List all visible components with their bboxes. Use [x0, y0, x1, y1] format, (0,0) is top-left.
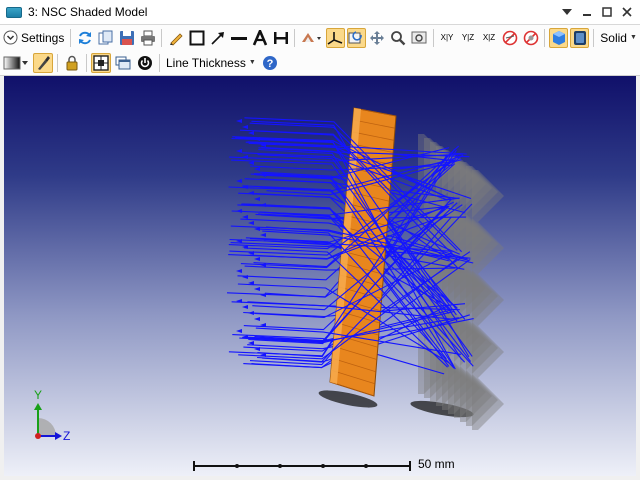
- xy-view-label: X|Y: [440, 33, 454, 42]
- pencil-icon[interactable]: [166, 28, 185, 48]
- detector-facets: [418, 134, 504, 430]
- power-icon[interactable]: [135, 53, 155, 73]
- refresh-icon[interactable]: [75, 28, 94, 48]
- ray-arrowhead: [236, 149, 242, 153]
- detector-facet: [472, 170, 504, 430]
- ray-arrowhead: [254, 317, 260, 321]
- ray-arrowhead: [242, 155, 248, 159]
- xz-view-label: X|Z: [482, 33, 496, 42]
- ray-arrowhead: [236, 209, 242, 213]
- ray-arrowhead: [242, 215, 248, 219]
- close-icon[interactable]: [618, 3, 636, 21]
- help-icon[interactable]: ?: [260, 53, 280, 73]
- separator: [432, 28, 434, 47]
- ray-arrowhead: [248, 221, 254, 225]
- ray-arrowhead: [242, 125, 248, 129]
- rectangle-icon[interactable]: [187, 28, 206, 48]
- toolbar-main: Settings X|Y Y|Z X|Z Solid ▼: [0, 25, 640, 51]
- scale-bar-label: 50 mm: [418, 457, 455, 471]
- yz-view-label: Y|Z: [461, 33, 475, 42]
- xy-view-icon[interactable]: X|Y: [438, 28, 457, 48]
- separator: [294, 28, 296, 47]
- maximize-icon[interactable]: [598, 3, 616, 21]
- window-controls: [556, 0, 636, 24]
- scale-bar: 50 mm: [190, 456, 490, 476]
- xz-view-icon[interactable]: X|Z: [480, 28, 499, 48]
- ray-arrowhead: [254, 257, 260, 261]
- zoom-icon[interactable]: [389, 28, 408, 48]
- axis-triad: Y Z: [24, 388, 84, 454]
- title-bar: 3: NSC Shaded Model: [0, 0, 640, 25]
- ray-arrowhead: [248, 131, 254, 135]
- axes-icon[interactable]: [325, 27, 345, 48]
- window-app-icon: [6, 6, 22, 18]
- settings-label: Settings: [21, 30, 65, 45]
- separator: [57, 53, 58, 72]
- frame-icon[interactable]: [91, 52, 111, 73]
- no-objects-icon[interactable]: [521, 28, 540, 48]
- copy-icon[interactable]: [96, 28, 115, 48]
- no-rays-icon[interactable]: [500, 28, 519, 48]
- axis-triad-graphic: [34, 403, 62, 440]
- yz-view-icon[interactable]: Y|Z: [459, 28, 478, 48]
- separator: [161, 28, 163, 47]
- ray-arrowhead: [248, 161, 254, 165]
- shading-mode-value: Solid: [600, 30, 627, 45]
- ray-arrowhead: [254, 167, 260, 171]
- solid-shade-icon[interactable]: [549, 27, 569, 48]
- separator: [544, 28, 546, 47]
- background-gradient-icon[interactable]: [1, 53, 31, 73]
- print-icon[interactable]: [138, 28, 157, 48]
- ray-arrowhead: [242, 305, 248, 309]
- reset-view-icon[interactable]: [346, 27, 366, 48]
- dimension-icon[interactable]: [271, 28, 290, 48]
- dropdown-icon[interactable]: [558, 3, 576, 21]
- ray-arrowhead: [254, 197, 260, 201]
- separator: [159, 53, 160, 72]
- separator: [593, 28, 595, 47]
- minimize-icon[interactable]: [578, 3, 596, 21]
- svg-text:?: ?: [266, 58, 273, 70]
- 3d-viewport[interactable]: Y Z 50 mm: [4, 76, 636, 476]
- separator: [70, 28, 72, 47]
- ray-arrowhead: [248, 191, 254, 195]
- ray-arrowhead: [248, 311, 254, 315]
- chevron-down-icon: ▼: [629, 34, 637, 41]
- window-icon[interactable]: [113, 53, 133, 73]
- ray-arrowhead: [236, 179, 242, 183]
- ray-arrowhead: [236, 269, 242, 273]
- lock-icon[interactable]: [62, 53, 82, 73]
- box-shade-icon[interactable]: [570, 27, 590, 48]
- ray-arrowhead: [260, 233, 266, 237]
- settings-chevron-icon: [3, 30, 18, 45]
- line-icon[interactable]: [229, 28, 248, 48]
- text-icon[interactable]: [250, 28, 269, 48]
- line-thickness-label: Line Thickness: [166, 55, 246, 70]
- separator: [86, 53, 87, 72]
- settings-button[interactable]: Settings: [0, 28, 67, 48]
- shading-mode-select[interactable]: Solid ▼: [597, 28, 640, 48]
- nsc-shaded-model-window: 3: NSC Shaded Model Settings X|Y Y|Z X|Z…: [0, 0, 640, 480]
- line-thickness-dropdown[interactable]: Line Thickness ▼: [163, 53, 259, 73]
- toolbar-secondary: Line Thickness ▼ ?: [0, 50, 640, 76]
- ray-arrowhead: [260, 293, 266, 297]
- ray-arrowhead: [254, 287, 260, 291]
- chevron-down-icon: ▼: [248, 59, 256, 66]
- z-axis-label: Z: [63, 429, 71, 443]
- fit-icon[interactable]: [410, 28, 429, 48]
- pan-icon[interactable]: [368, 28, 387, 48]
- ray-arrowhead: [236, 329, 242, 333]
- save-icon[interactable]: [117, 28, 136, 48]
- shaded-model-scene: [226, 107, 504, 430]
- highlight-icon[interactable]: [33, 52, 53, 73]
- rotate-3d-icon[interactable]: [299, 28, 324, 48]
- arrow-icon[interactable]: [208, 28, 227, 48]
- window-title: 3: NSC Shaded Model: [28, 5, 148, 19]
- ray-arrowhead: [236, 119, 242, 123]
- y-axis-label: Y: [34, 388, 43, 402]
